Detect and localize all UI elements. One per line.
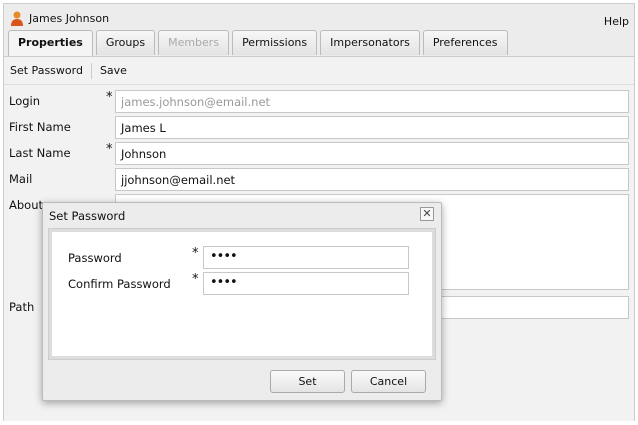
tab-preferences[interactable]: Preferences [422, 30, 508, 55]
help-link[interactable]: Help [604, 15, 629, 28]
first-name-row: First Name James L [9, 116, 629, 139]
user-icon [11, 11, 23, 26]
confirm-password-row: Confirm Password * •••• [68, 272, 413, 295]
password-label: Password [68, 251, 122, 265]
toolbar-divider [90, 62, 92, 79]
login-row: Login * james.johnson@email.net [9, 90, 629, 113]
close-icon[interactable]: ✕ [420, 207, 434, 221]
last-name-label: Last Name [9, 146, 71, 160]
last-name-row: Last Name * Johnson [9, 142, 629, 165]
set-button[interactable]: Set [270, 370, 345, 393]
required-marker: * [106, 142, 113, 157]
first-name-field[interactable]: James L [115, 116, 629, 139]
window-title: James Johnson [29, 12, 110, 25]
first-name-label: First Name [9, 120, 71, 134]
save-button[interactable]: Save [100, 64, 127, 77]
password-row: Password * •••• [68, 246, 413, 269]
mail-label: Mail [9, 172, 33, 186]
required-marker: * [192, 246, 199, 261]
set-password-button[interactable]: Set Password [10, 64, 83, 77]
title-bar: James Johnson Help [4, 4, 634, 32]
password-field[interactable]: •••• [203, 246, 409, 269]
cancel-button[interactable]: Cancel [351, 370, 426, 393]
tab-impersonators[interactable]: Impersonators [320, 30, 420, 55]
tab-permissions[interactable]: Permissions [232, 30, 318, 55]
toolbar: Set Password Save [4, 57, 634, 85]
last-name-field[interactable]: Johnson [115, 142, 629, 165]
path-label: Path [9, 300, 35, 314]
login-field: james.johnson@email.net [115, 90, 629, 113]
login-label: Login [9, 94, 41, 108]
mail-field[interactable]: jjohnson@email.net [115, 168, 629, 191]
dialog-body: Password * •••• Confirm Password * •••• [48, 228, 436, 360]
confirm-password-label: Confirm Password [68, 277, 171, 291]
required-marker: * [106, 90, 113, 105]
set-password-dialog: Set Password ✕ Password * •••• Confirm P… [42, 202, 442, 401]
tab-groups[interactable]: Groups [95, 30, 156, 55]
tab-members: Members [158, 30, 230, 55]
confirm-password-field[interactable]: •••• [203, 272, 409, 295]
mail-row: Mail jjohnson@email.net [9, 168, 629, 191]
dialog-title: Set Password [49, 209, 126, 223]
tab-properties[interactable]: Properties [8, 30, 93, 57]
about-label: About [9, 198, 44, 212]
tab-bar: Properties Groups Members Permissions Im… [8, 30, 508, 57]
required-marker: * [192, 272, 199, 287]
